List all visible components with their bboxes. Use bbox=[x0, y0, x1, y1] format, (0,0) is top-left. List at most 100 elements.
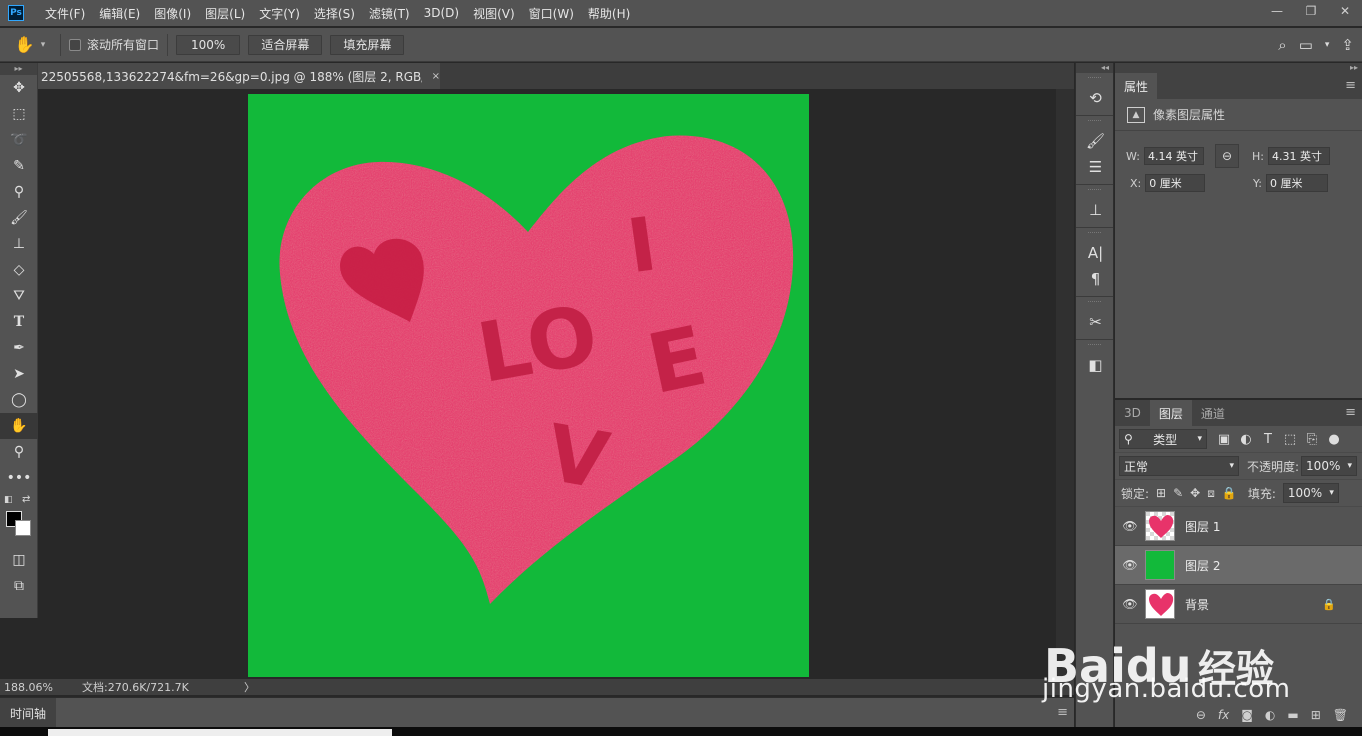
tab-layers[interactable]: 图层 bbox=[1149, 400, 1192, 426]
panel-menu-icon[interactable]: ≡ bbox=[1345, 78, 1356, 93]
collapse-icon[interactable]: ▸▸ bbox=[1115, 63, 1362, 73]
minimize-button[interactable]: — bbox=[1260, 0, 1294, 22]
menu-layer[interactable]: 图层(L) bbox=[198, 5, 252, 22]
layer-name[interactable]: 图层 1 bbox=[1185, 518, 1220, 535]
tool-preset-picker[interactable]: ✋ ▾ bbox=[8, 35, 52, 54]
visibility-eye-icon[interactable]: 👁 bbox=[1115, 558, 1145, 572]
restore-button[interactable]: ❐ bbox=[1294, 0, 1328, 22]
document-tab[interactable]: 22505568,133622274&fm=26&gp=0.jpg @ 188%… bbox=[38, 63, 440, 89]
tab-timeline[interactable]: 时间轴 bbox=[0, 698, 57, 728]
ellipse-tool-icon[interactable]: ◯ bbox=[0, 387, 38, 413]
image-filter-icon[interactable]: ▣ bbox=[1213, 432, 1235, 447]
background-color[interactable] bbox=[15, 520, 31, 536]
character-icon[interactable]: A| bbox=[1076, 240, 1115, 266]
collapse-icon[interactable]: ▸▸ bbox=[0, 63, 37, 75]
layer-row[interactable]: 👁 图层 1 bbox=[1115, 507, 1362, 546]
clone-source-icon[interactable]: ⊥ bbox=[1076, 197, 1115, 223]
new-group-icon[interactable]: ▬ bbox=[1287, 708, 1298, 722]
lock-artboard-icon[interactable]: ⧈ bbox=[1207, 486, 1215, 501]
new-adjustment-icon[interactable]: ◐ bbox=[1265, 708, 1275, 722]
menu-help[interactable]: 帮助(H) bbox=[581, 5, 637, 22]
brush-settings-icon[interactable]: 🖌 bbox=[1076, 128, 1115, 154]
menu-view[interactable]: 视图(V) bbox=[466, 5, 522, 22]
eyedropper-tool-icon[interactable]: ⚲ bbox=[0, 179, 38, 205]
eraser-tool-icon[interactable]: ◇ bbox=[0, 257, 38, 283]
menu-select[interactable]: 选择(S) bbox=[307, 5, 362, 22]
lock-all-icon[interactable]: 🔒 bbox=[1222, 486, 1237, 500]
panel-menu-icon[interactable]: ≡ bbox=[1057, 705, 1068, 720]
filter-kind-select[interactable]: ⚲ 类型 ▾ bbox=[1119, 429, 1207, 449]
adjustments-icon[interactable]: ☰ bbox=[1076, 154, 1115, 180]
lock-transparent-icon[interactable]: ⊞ bbox=[1156, 486, 1166, 500]
default-colors-icon[interactable]: ◧ bbox=[4, 495, 13, 505]
panel-menu-icon[interactable]: ≡ bbox=[1345, 405, 1356, 420]
x-field[interactable]: 0 厘米 bbox=[1145, 174, 1206, 192]
adjustment-filter-icon[interactable]: ◐ bbox=[1235, 432, 1257, 447]
workspace-icon[interactable]: ▭ bbox=[1299, 36, 1313, 54]
tools-preset-icon[interactable]: ✂ bbox=[1076, 309, 1115, 335]
search-icon[interactable]: ⌕ bbox=[1278, 36, 1286, 54]
filter-toggle-icon[interactable]: ● bbox=[1323, 432, 1345, 447]
zoom-level[interactable]: 188.06% bbox=[0, 681, 54, 694]
opacity-field[interactable]: 100% ▾ bbox=[1301, 456, 1358, 476]
paragraph-icon[interactable]: ¶ bbox=[1076, 266, 1115, 292]
layer-name[interactable]: 图层 2 bbox=[1185, 557, 1220, 574]
new-layer-icon[interactable]: ⊞ bbox=[1311, 708, 1321, 722]
tab-channels[interactable]: 通道 bbox=[1192, 400, 1234, 426]
height-field[interactable]: 4.31 英寸 bbox=[1267, 147, 1330, 165]
y-field[interactable]: 0 厘米 bbox=[1265, 174, 1328, 192]
type-filter-icon[interactable]: T bbox=[1257, 432, 1279, 447]
width-field[interactable]: 4.14 英寸 bbox=[1143, 147, 1204, 165]
close-button[interactable]: ✕ bbox=[1328, 0, 1362, 22]
history-icon[interactable]: ⟲ bbox=[1076, 85, 1115, 111]
zoom-tool-icon[interactable]: ⚲ bbox=[0, 439, 38, 465]
blend-mode-select[interactable]: 正常 ▾ bbox=[1119, 456, 1239, 476]
quick-mask-icon[interactable]: ◫ bbox=[0, 547, 38, 573]
dock-grip[interactable] bbox=[1088, 77, 1101, 83]
smart-object-filter-icon[interactable]: ⎘ bbox=[1301, 432, 1323, 447]
menu-window[interactable]: 窗口(W) bbox=[522, 5, 581, 22]
brush-tool-icon[interactable]: 🖌 bbox=[0, 205, 38, 231]
shape-filter-icon[interactable]: ⬚ bbox=[1279, 432, 1301, 447]
trash-icon[interactable]: 🗑 bbox=[1333, 708, 1348, 722]
fill-screen-button[interactable]: 填充屏幕 bbox=[330, 34, 405, 55]
zoom-100-button[interactable]: 100% bbox=[176, 34, 241, 55]
screen-mode-icon[interactable]: ⧉ bbox=[0, 573, 38, 599]
swap-colors-icon[interactable]: ⇄ bbox=[22, 494, 30, 505]
pen-tool-icon[interactable]: ✒ bbox=[0, 335, 38, 361]
collapse-icon[interactable]: ◂◂ bbox=[1076, 63, 1113, 73]
dock-grip[interactable] bbox=[1088, 120, 1101, 126]
scroll-all-windows-checkbox[interactable] bbox=[69, 38, 81, 51]
path-select-tool-icon[interactable]: ➤ bbox=[0, 361, 38, 387]
menu-type[interactable]: 文字(Y) bbox=[252, 5, 307, 22]
fit-screen-button[interactable]: 适合屏幕 bbox=[248, 34, 323, 55]
tab-3d[interactable]: 3D bbox=[1115, 400, 1150, 426]
menu-file[interactable]: 文件(F) bbox=[38, 5, 92, 22]
lock-pixels-icon[interactable]: ✎ bbox=[1173, 486, 1183, 500]
visibility-eye-icon[interactable]: 👁 bbox=[1115, 519, 1145, 533]
dock-grip[interactable] bbox=[1088, 301, 1101, 307]
quick-select-tool-icon[interactable]: ✎ bbox=[0, 153, 38, 179]
more-tools-icon[interactable]: ••• bbox=[0, 465, 38, 491]
dock-grip[interactable] bbox=[1088, 232, 1101, 238]
tab-properties[interactable]: 属性 bbox=[1115, 73, 1158, 99]
layer-name[interactable]: 背景 bbox=[1185, 596, 1209, 613]
link-icon[interactable]: ⊖ bbox=[1215, 144, 1239, 168]
add-mask-icon[interactable]: ◙ bbox=[1241, 708, 1253, 722]
visibility-eye-icon[interactable]: 👁 bbox=[1115, 597, 1145, 611]
close-icon[interactable]: × bbox=[432, 71, 440, 82]
move-tool-icon[interactable]: ✥ bbox=[0, 75, 38, 101]
marquee-tool-icon[interactable]: ⬚ bbox=[0, 101, 38, 127]
libraries-icon[interactable]: ◧ bbox=[1076, 352, 1115, 378]
share-icon[interactable]: ⇪ bbox=[1341, 36, 1354, 54]
image-canvas[interactable]: I LO E V bbox=[248, 94, 809, 677]
layer-row[interactable]: 👁 图层 2 bbox=[1115, 546, 1362, 585]
fx-icon[interactable]: fx bbox=[1218, 708, 1229, 722]
lasso-tool-icon[interactable]: ➰ bbox=[0, 127, 38, 153]
stamp-tool-icon[interactable]: ⊥ bbox=[0, 231, 38, 257]
menu-filter[interactable]: 滤镜(T) bbox=[362, 5, 417, 22]
layer-row[interactable]: 👁 背景 🔒 bbox=[1115, 585, 1362, 624]
menu-edit[interactable]: 编辑(E) bbox=[92, 5, 147, 22]
paint-bucket-tool-icon[interactable]: ⛛ bbox=[0, 283, 38, 309]
chevron-right-icon[interactable]: 〉 bbox=[244, 679, 255, 695]
